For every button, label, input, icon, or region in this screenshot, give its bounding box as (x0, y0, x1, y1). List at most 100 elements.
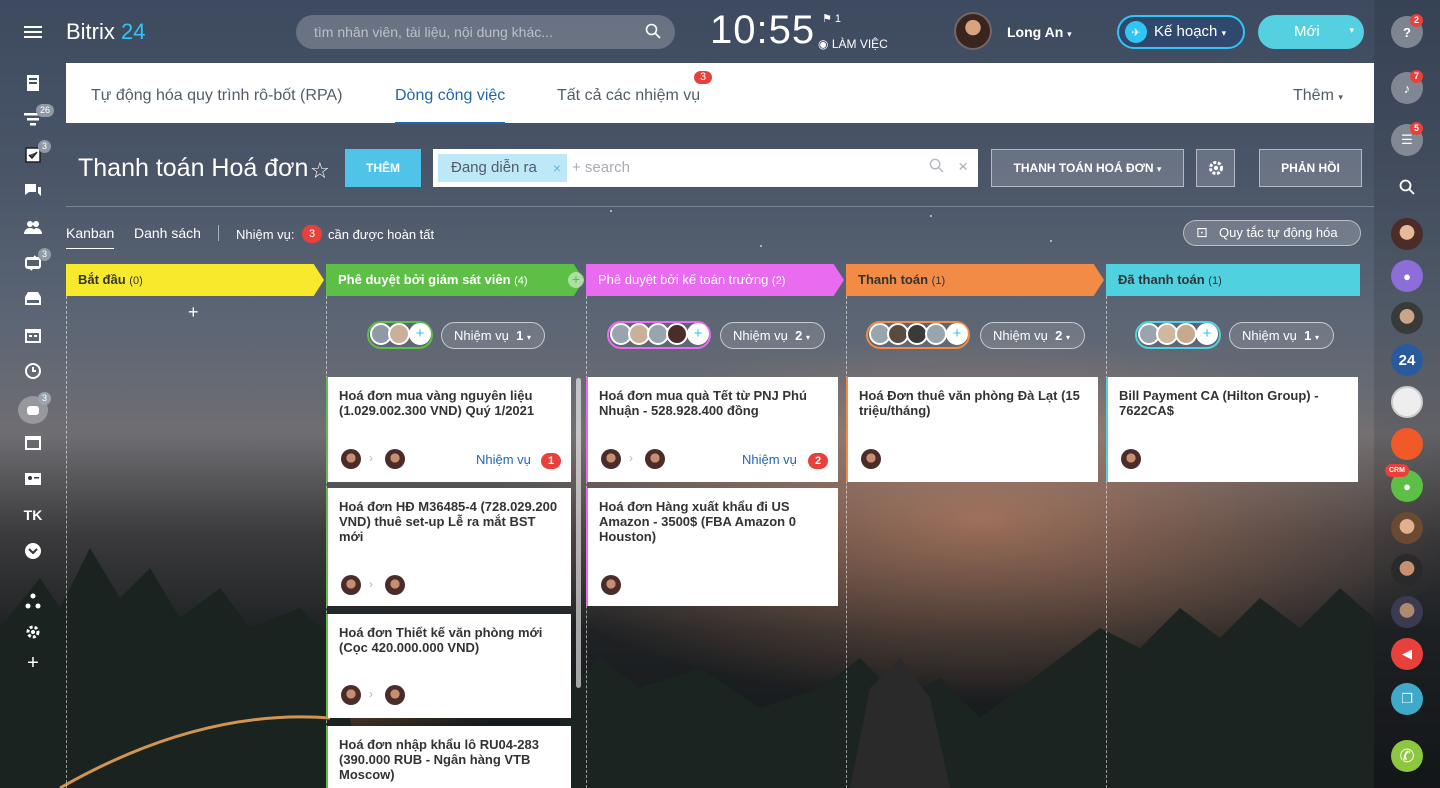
b24-avatar[interactable]: 24 (1391, 344, 1423, 376)
search-icon[interactable] (929, 158, 944, 178)
tab-rpa[interactable]: Tự động hóa quy trình rô-bốt (RPA) (91, 87, 342, 105)
column-header-paid[interactable]: Đã thanh toán (1) (1106, 264, 1360, 296)
column-header-start[interactable]: Bắt đầu (0) (66, 264, 324, 296)
tasks-icon[interactable]: 3 (22, 140, 52, 166)
tasks-dropdown[interactable]: Nhiệm vụ 2 ▾ (980, 322, 1085, 349)
filter-chip[interactable]: Đang diễn ra × (438, 154, 567, 182)
tasks-count-badge[interactable]: 3 (302, 225, 322, 243)
user-avatar[interactable] (954, 12, 992, 50)
card-title[interactable]: Hoá đơn nhập khẩu lô RU04-283 (390.000 R… (339, 737, 560, 782)
card[interactable]: Bill Payment CA (Hilton Group) - 7622CA$ (1106, 377, 1358, 482)
crm-avatar[interactable]: ● CRM (1385, 464, 1423, 502)
card-title[interactable]: Hoá đơn mua quà Tết từ PNJ Phú Nhuận - 5… (599, 388, 827, 418)
feed-icon[interactable] (22, 72, 44, 94)
chat-bubble-icon[interactable]: ☰ 5 (1391, 122, 1424, 156)
card-title[interactable]: Hoá đơn Thiết kế văn phòng mới (Cọc 420.… (339, 625, 560, 655)
contact-avatar[interactable] (1391, 428, 1423, 460)
bear-avatar[interactable] (1391, 386, 1423, 418)
filter-icon[interactable]: 26 (22, 104, 55, 130)
add-member-icon[interactable]: + (1196, 323, 1218, 345)
menu-icon[interactable] (22, 21, 44, 43)
work-status[interactable]: ◉ LÀM VIỆC (818, 37, 888, 51)
app-logo[interactable]: Bitrix 24 (66, 19, 146, 45)
phone-icon[interactable]: ✆ (1391, 740, 1423, 772)
copy-icon[interactable]: ❐ (1391, 683, 1423, 715)
flag-indicator[interactable]: ⚑ 1 (822, 12, 841, 25)
automation-rules-button[interactable]: ⊡ Quy tắc tự động hóa (1183, 220, 1361, 246)
tab-all-tasks[interactable]: Tất cả các nhiệm vụ (557, 87, 700, 105)
user-name[interactable]: Long An ▾ (1007, 24, 1072, 40)
members-chief-accountant[interactable]: + (607, 321, 711, 349)
card[interactable]: Hoá đơn nhập khẩu lô RU04-283 (390.000 R… (326, 726, 571, 788)
clock-icon[interactable] (22, 360, 44, 382)
add-member-icon[interactable]: + (946, 323, 968, 345)
more-down-icon[interactable] (22, 540, 44, 562)
global-search-input[interactable]: tìm nhân viên, tài liệu, nội dung khác..… (296, 15, 675, 49)
clear-icon[interactable]: × (958, 157, 968, 177)
card-title[interactable]: Hoá đơn mua vàng nguyên liệu (1.029.002.… (339, 388, 560, 418)
window-icon[interactable] (22, 432, 44, 454)
chat-icon[interactable] (22, 180, 44, 202)
drive-icon[interactable] (22, 288, 44, 310)
card[interactable]: Hoá đơn Hàng xuất khẩu đi US Amazon - 35… (586, 488, 838, 606)
tab-workflow[interactable]: Dòng công việc (395, 87, 506, 124)
card[interactable]: Hoá đơn HĐ M36485-4 (728.029.200 VND) th… (326, 488, 571, 606)
tasks-dropdown[interactable]: Nhiệm vụ 1 ▾ (1229, 322, 1334, 349)
workflow-select[interactable]: THANH TOÁN HOÁ ĐƠN ▾ (991, 149, 1184, 187)
column-header-payment[interactable]: Thanh toán (1) (846, 264, 1104, 296)
structure-icon[interactable] (22, 590, 44, 612)
search-icon[interactable] (1391, 171, 1423, 203)
column-header-chief-accountant[interactable]: Phê duyệt bởi kế toán trưởng (2) (586, 264, 844, 296)
sync-icon[interactable]: 3 (22, 248, 52, 274)
scrollbar[interactable] (576, 378, 581, 688)
robot-icon[interactable]: 3 (18, 392, 52, 424)
new-button[interactable]: Mới ▾ (1258, 15, 1364, 49)
card-tasks-link[interactable]: Nhiệm vụ (476, 452, 531, 467)
star-icon[interactable]: ☆ (310, 158, 330, 184)
view-kanban[interactable]: Kanban (66, 225, 115, 249)
tasks-dropdown[interactable]: Nhiệm vụ 2 ▾ (720, 322, 825, 349)
card-title[interactable]: Hoá Đơn thuê văn phòng Đà Lạt (15 triệu/… (859, 388, 1087, 418)
gear-icon[interactable] (1196, 149, 1235, 187)
contact-avatar[interactable] (1391, 302, 1423, 334)
search-icon[interactable] (645, 23, 661, 42)
view-list[interactable]: Danh sách (134, 225, 201, 241)
plan-button[interactable]: ✈ Kế hoạch ▾ (1117, 15, 1245, 49)
bell-icon[interactable]: ♪ 7 (1391, 70, 1424, 104)
add-column-icon[interactable]: + (568, 272, 584, 288)
members-paid[interactable]: + (1135, 321, 1221, 349)
add-member-icon[interactable]: + (687, 323, 709, 345)
filter-search-input[interactable]: + search (572, 159, 630, 176)
card[interactable]: Hoá đơn mua vàng nguyên liệu (1.029.002.… (326, 377, 571, 482)
contact-avatar[interactable] (1391, 218, 1423, 250)
megaphone-icon[interactable]: ◀ (1391, 638, 1423, 670)
tab-more[interactable]: Thêm ▾ (1293, 87, 1343, 105)
card-title[interactable]: Hoá đơn Hàng xuất khẩu đi US Amazon - 35… (599, 499, 827, 544)
contact-avatar[interactable] (1391, 554, 1423, 586)
help-icon[interactable]: ? 2 (1391, 14, 1424, 48)
card[interactable]: Hoá Đơn thuê văn phòng Đà Lạt (15 triệu/… (846, 377, 1098, 482)
add-icon[interactable]: + (22, 652, 44, 674)
settings-icon[interactable] (22, 621, 44, 643)
contact-avatar[interactable] (1391, 596, 1423, 628)
card[interactable]: Hoá đơn mua quà Tết từ PNJ Phú Nhuận - 5… (586, 377, 838, 482)
column-header-supervisor[interactable]: Phê duyệt bởi giám sát viên (4) (326, 264, 584, 296)
card-tasks-link[interactable]: Nhiệm vụ (742, 452, 797, 467)
contact-avatar[interactable] (1391, 512, 1423, 544)
tasks-dropdown[interactable]: Nhiệm vụ 1 ▾ (441, 322, 545, 349)
close-icon[interactable]: × (553, 160, 561, 176)
contact-avatar[interactable]: ● (1391, 260, 1423, 292)
contact-card-icon[interactable] (22, 468, 44, 490)
add-member-icon[interactable]: + (409, 323, 431, 345)
add-button[interactable]: THÊM (345, 149, 421, 187)
add-card-button[interactable]: + (188, 302, 199, 323)
calendar-icon[interactable] (22, 324, 44, 346)
members-payment[interactable]: + (866, 321, 970, 349)
card-title[interactable]: Bill Payment CA (Hilton Group) - 7622CA$ (1119, 388, 1347, 418)
tk-label[interactable]: TK (22, 504, 44, 526)
group-icon[interactable] (22, 216, 44, 238)
filter-search[interactable]: Đang diễn ra × + search × (433, 149, 978, 187)
feedback-button[interactable]: PHẢN HỒI (1259, 149, 1362, 187)
members-supervisor[interactable]: + (367, 321, 433, 349)
card-title[interactable]: Hoá đơn HĐ M36485-4 (728.029.200 VND) th… (339, 499, 560, 544)
